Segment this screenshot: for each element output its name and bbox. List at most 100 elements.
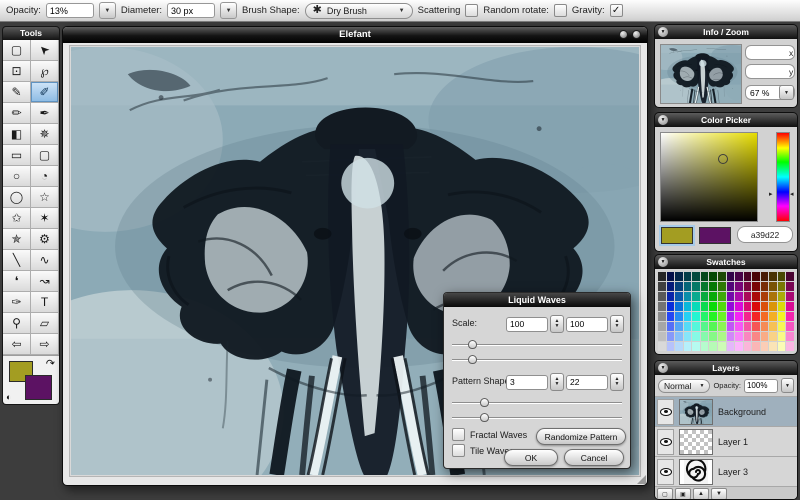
swatch[interactable] [658,332,666,341]
minimize-button[interactable] [619,30,628,39]
new-layer-button[interactable]: ▢ [657,488,673,499]
swatch[interactable] [735,332,743,341]
swatch[interactable] [735,322,743,331]
swatch[interactable] [777,282,786,291]
swatch[interactable] [717,312,726,321]
swatch[interactable] [717,322,726,331]
swatch[interactable] [658,272,666,281]
swatch[interactable] [666,302,675,311]
swatch[interactable] [752,312,760,321]
swatch[interactable] [786,342,794,351]
hue-slider[interactable] [776,132,790,222]
swatch[interactable] [666,292,675,301]
layer-visibility-toggle[interactable] [657,398,674,425]
swatch[interactable] [786,302,794,311]
swatch[interactable] [760,272,769,281]
swatch[interactable] [709,302,717,311]
swatch[interactable] [726,312,735,321]
brush-shape-combo[interactable]: ✱ Dry Brush ▼ [304,2,413,19]
swatch[interactable] [666,272,675,281]
swatch[interactable] [769,292,777,301]
swatch[interactable] [735,312,743,321]
text-tool[interactable]: T [31,292,59,313]
swatch[interactable] [752,302,760,311]
swatch[interactable] [786,282,794,291]
swatch[interactable] [709,272,717,281]
swatch[interactable] [717,272,726,281]
foreground-swatch[interactable] [661,227,693,244]
swatch[interactable] [726,282,735,291]
swatch[interactable] [683,342,692,351]
swatch[interactable] [752,332,760,341]
swatch[interactable] [760,282,769,291]
burst-tool[interactable]: ✯ [3,229,31,250]
layer-row-layer-1[interactable]: Layer 1 [655,426,797,456]
swatch[interactable] [683,322,692,331]
swatch[interactable] [752,282,760,291]
fill-tool[interactable]: ❛ [3,271,31,292]
lasso-tool[interactable]: ℘ [31,61,59,82]
pattern-y-slider[interactable] [452,412,622,423]
saturation-value-field[interactable] [660,132,758,222]
swatch[interactable] [700,272,709,281]
swatch[interactable] [683,282,692,291]
swatch[interactable] [700,282,709,291]
collapse-panel-button[interactable]: ▼ [658,115,668,125]
layer-opacity-input[interactable] [743,378,778,393]
swatch[interactable] [683,302,692,311]
swatch[interactable] [769,332,777,341]
swatch[interactable] [675,272,683,281]
swatch[interactable] [743,322,752,331]
swatch[interactable] [743,332,752,341]
swatch[interactable] [666,342,675,351]
swatch[interactable] [709,292,717,301]
swap-colors-icon[interactable]: ↷ [45,356,56,370]
spray-tool[interactable]: ✵ [31,124,59,145]
zoom-tool[interactable]: ⚲ [3,313,31,334]
ellipse-tool[interactable]: ○ [3,166,31,187]
swatch[interactable] [777,332,786,341]
slider-thumb[interactable] [468,340,478,349]
swatch[interactable] [683,292,692,301]
swatch[interactable] [717,332,726,341]
circle-tool[interactable]: ◯ [3,187,31,208]
scale-x-input[interactable] [506,316,548,332]
swatch[interactable] [709,342,717,351]
scattering-checkbox[interactable] [465,4,479,17]
swatch[interactable] [692,312,700,321]
swatch[interactable] [692,292,700,301]
swatch[interactable] [743,292,752,301]
pattern-x-slider[interactable] [452,397,622,408]
close-button[interactable] [632,30,641,39]
swatch[interactable] [709,332,717,341]
swatch[interactable] [743,282,752,291]
swatch[interactable] [709,322,717,331]
star-tool[interactable]: ☆ [31,187,59,208]
swatch[interactable] [735,342,743,351]
swatch[interactable] [658,292,666,301]
scale-x-slider[interactable] [452,339,622,350]
swatch[interactable] [658,322,666,331]
star5-tool[interactable]: ✩ [3,208,31,229]
randomize-pattern-button[interactable]: Randomize Pattern [536,428,626,445]
pattern-x-stepper[interactable]: ▲ ▼ [550,373,564,391]
tile-waves-checkbox[interactable] [452,444,465,457]
swatch[interactable] [786,292,794,301]
marquee-tool[interactable]: ⊡ [3,61,31,82]
color-selector-ring[interactable] [718,154,728,164]
rounded-rect-tool[interactable]: ▢ [31,145,59,166]
swatch[interactable] [769,312,777,321]
swatch[interactable] [760,322,769,331]
default-colors-icon[interactable]: ◐ [6,392,11,402]
swatch[interactable] [683,332,692,341]
opacity-dropdown-button[interactable]: ▼ [98,2,116,19]
swatch[interactable] [675,322,683,331]
swatch[interactable] [735,282,743,291]
swatch[interactable] [675,332,683,341]
slider-thumb[interactable] [480,413,490,422]
layer-thumbnail[interactable] [679,458,713,485]
swatch[interactable] [675,292,683,301]
navigator-thumbnail[interactable] [660,44,742,104]
swatch[interactable] [777,312,786,321]
prev-arrow-tool[interactable]: ⇦ [3,334,31,355]
